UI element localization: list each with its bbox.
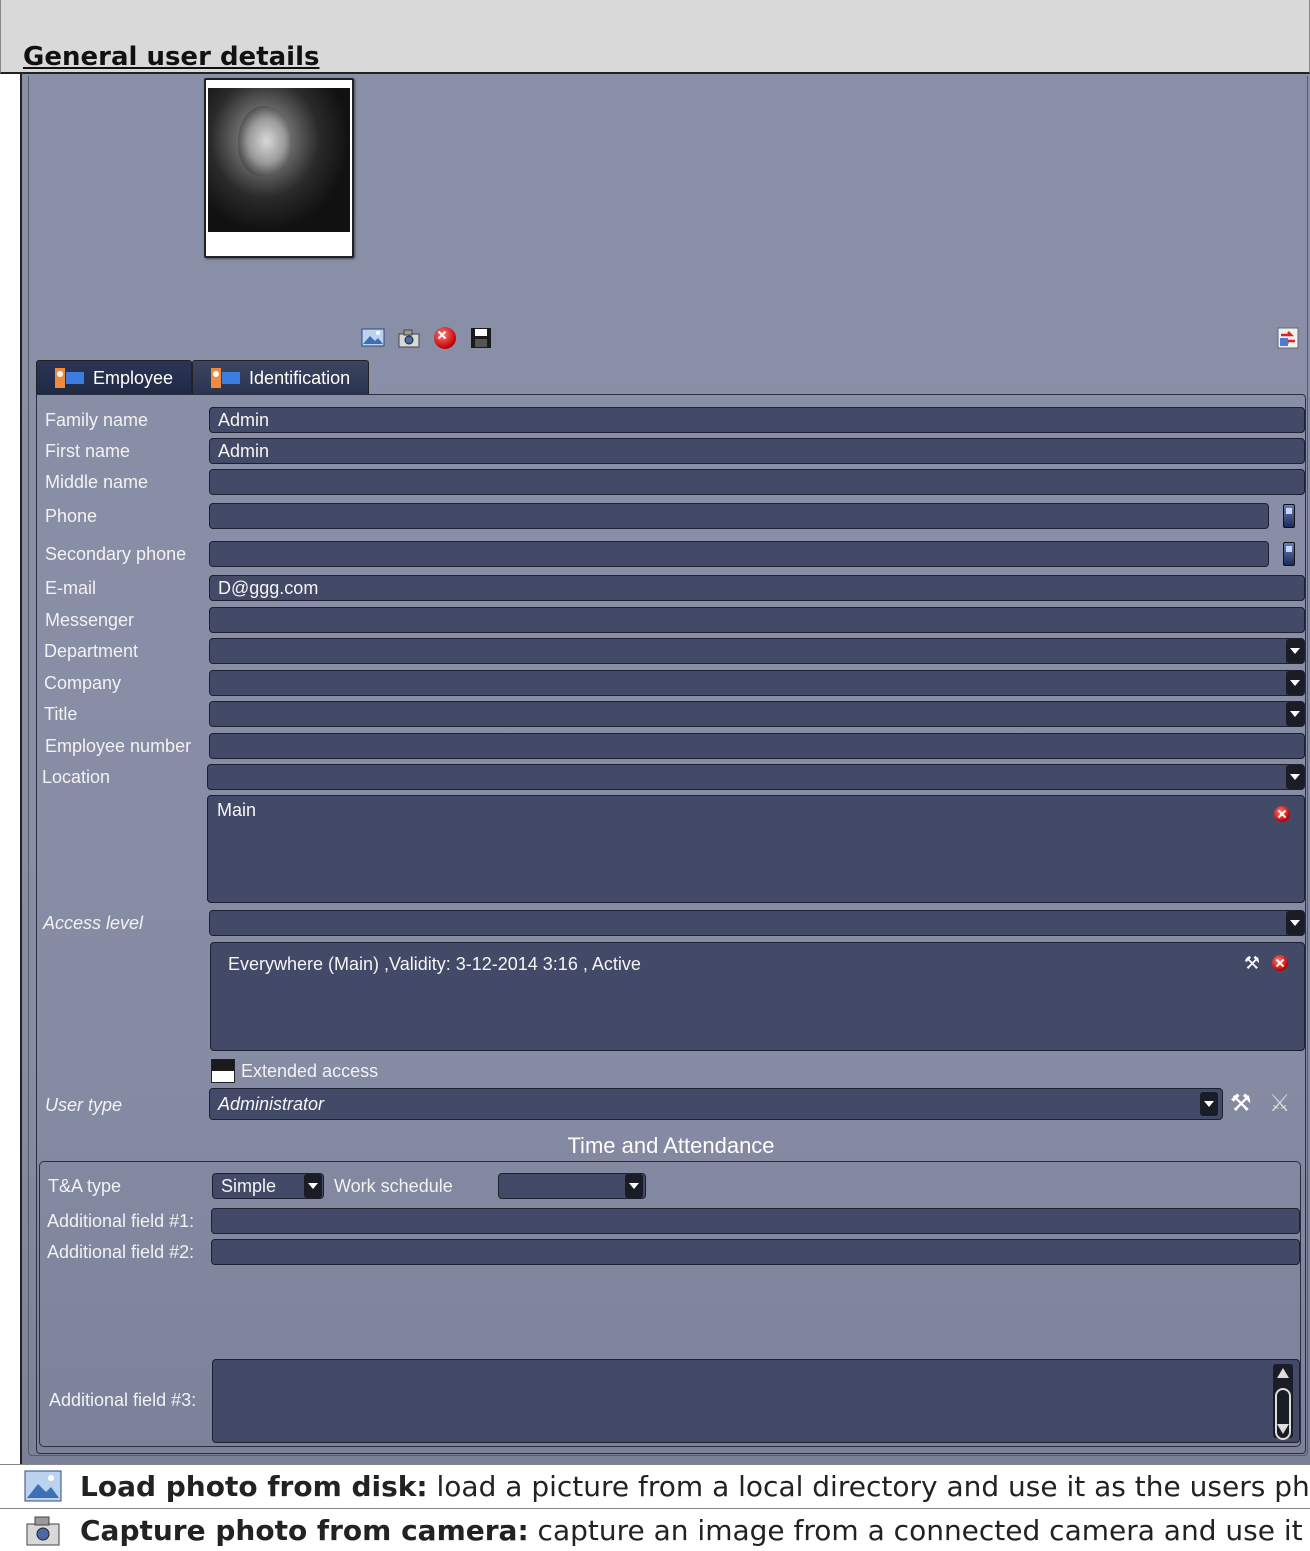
image-load-icon[interactable] [361,326,385,350]
image-load-icon [24,1470,62,1502]
access-level-select[interactable] [209,910,1305,936]
location-list[interactable]: Main [207,795,1305,903]
tab-label: Employee [93,367,174,388]
additional-field-2-label: Additional field #2: [47,1242,195,1262]
email-label: E-mail [45,578,97,598]
phone-label: Phone [45,506,98,526]
additional-field-3-textarea[interactable] [212,1359,1300,1443]
department-dropdown-icon[interactable] [1286,639,1304,663]
phone-icon[interactable] [1283,542,1295,566]
secondary-phone-label: Secondary phone [45,544,187,564]
tab-employee[interactable]: Employee [36,360,193,395]
user-photo[interactable] [204,78,354,258]
location-select[interactable] [207,764,1305,790]
user-type-label: User type [45,1095,123,1115]
photo-toolbar [361,326,493,350]
camera-icon [26,1516,60,1546]
phone-icon[interactable] [1283,504,1295,528]
scroll-up-icon[interactable] [1277,1368,1289,1378]
person-card-icon [211,368,241,388]
first-name-label: First name [45,441,131,461]
delete-icon[interactable] [433,326,457,350]
doc-title: General user details [23,42,320,72]
messenger-label: Messenger [45,610,135,630]
user-type-dropdown-icon[interactable] [1200,1092,1218,1116]
user-type-select[interactable]: Administrator [209,1088,1223,1120]
camera-icon[interactable] [397,326,421,350]
title-dropdown-icon[interactable] [1286,702,1304,726]
tab-label: Identification [249,367,351,388]
doc-desc: capture an image from a connected camera… [537,1514,1310,1547]
additional-field-1-label: Additional field #1: [47,1211,195,1231]
user-details-window: Employee Identification Family name Admi… [20,74,1310,1464]
email-input[interactable]: D@ggg.com [209,575,1305,601]
location-dropdown-icon[interactable] [1286,765,1304,789]
additional-field-3-label: Additional field #3: [49,1390,197,1410]
work-schedule-dropdown-icon[interactable] [625,1174,643,1198]
wrench-icon[interactable]: ⚒ [1230,1089,1252,1117]
company-select[interactable] [209,670,1305,696]
textarea-scrollbar[interactable] [1273,1364,1293,1440]
remove-location-icon[interactable] [1274,806,1290,822]
person-card-icon [55,368,85,388]
access-level-list[interactable]: Everywhere (Main) ,Validity: 3-12-2014 3… [210,942,1305,1051]
remove-access-icon[interactable] [1272,955,1288,971]
access-level-label: Access level [43,913,144,933]
save-icon[interactable] [469,326,493,350]
company-dropdown-icon[interactable] [1286,671,1304,695]
phone-input[interactable] [209,503,1269,529]
employee-number-input[interactable] [209,733,1305,759]
title-select[interactable] [209,701,1305,727]
first-name-input[interactable]: Admin [209,438,1305,464]
ta-type-dropdown-icon[interactable] [304,1174,322,1198]
middle-name-input[interactable] [209,469,1305,495]
doc-item-load-photo: Load photo from disk: load a picture fro… [0,1464,1310,1508]
time-attendance-panel: T&A type Simple Work schedule Additional… [39,1161,1301,1447]
family-name-input[interactable]: Admin [209,407,1305,433]
doc-header: General user details [0,0,1310,74]
tab-identification[interactable]: Identification [192,360,370,395]
additional-field-1-input[interactable] [211,1208,1300,1234]
scroll-down-icon[interactable] [1277,1424,1289,1434]
access-level-list-item[interactable]: Everywhere (Main) ,Validity: 3-12-2014 3… [228,954,641,975]
wrench-icon[interactable]: ⚒ [1244,953,1260,974]
employee-number-label: Employee number [45,736,192,756]
transfer-icon[interactable] [1276,326,1300,350]
time-attendance-title: Time and Attendance [567,1133,775,1158]
location-label: Location [42,767,111,787]
extended-access-label: Extended access [241,1061,379,1081]
doc-term: Load photo from disk: [80,1470,428,1503]
family-name-label: Family name [45,410,149,430]
location-list-item[interactable]: Main [217,800,256,821]
middle-name-label: Middle name [45,472,149,492]
department-label: Department [44,641,139,661]
extended-access-checkbox[interactable] [211,1059,235,1083]
tab-bar: Employee Identification [36,360,370,395]
additional-field-2-input[interactable] [211,1239,1300,1265]
title-label: Title [44,704,78,724]
work-schedule-label: Work schedule [334,1176,453,1196]
messenger-input[interactable] [209,607,1305,633]
company-label: Company [44,673,122,693]
department-select[interactable] [209,638,1305,664]
doc-term: Capture photo from camera: [80,1514,529,1547]
employee-panel: Family name Admin First name Admin Middl… [36,394,1306,1454]
doc-desc: load a picture from a local directory an… [427,1470,1310,1503]
doc-item-capture-photo: Capture photo from camera: capture an im… [0,1508,1310,1551]
photo-image [208,88,350,232]
access-level-dropdown-icon[interactable] [1286,911,1304,935]
ta-type-label: T&A type [48,1176,122,1196]
work-schedule-select[interactable] [498,1173,646,1199]
secondary-phone-input[interactable] [209,541,1269,567]
tools-icon[interactable]: ⚔ [1269,1089,1291,1117]
